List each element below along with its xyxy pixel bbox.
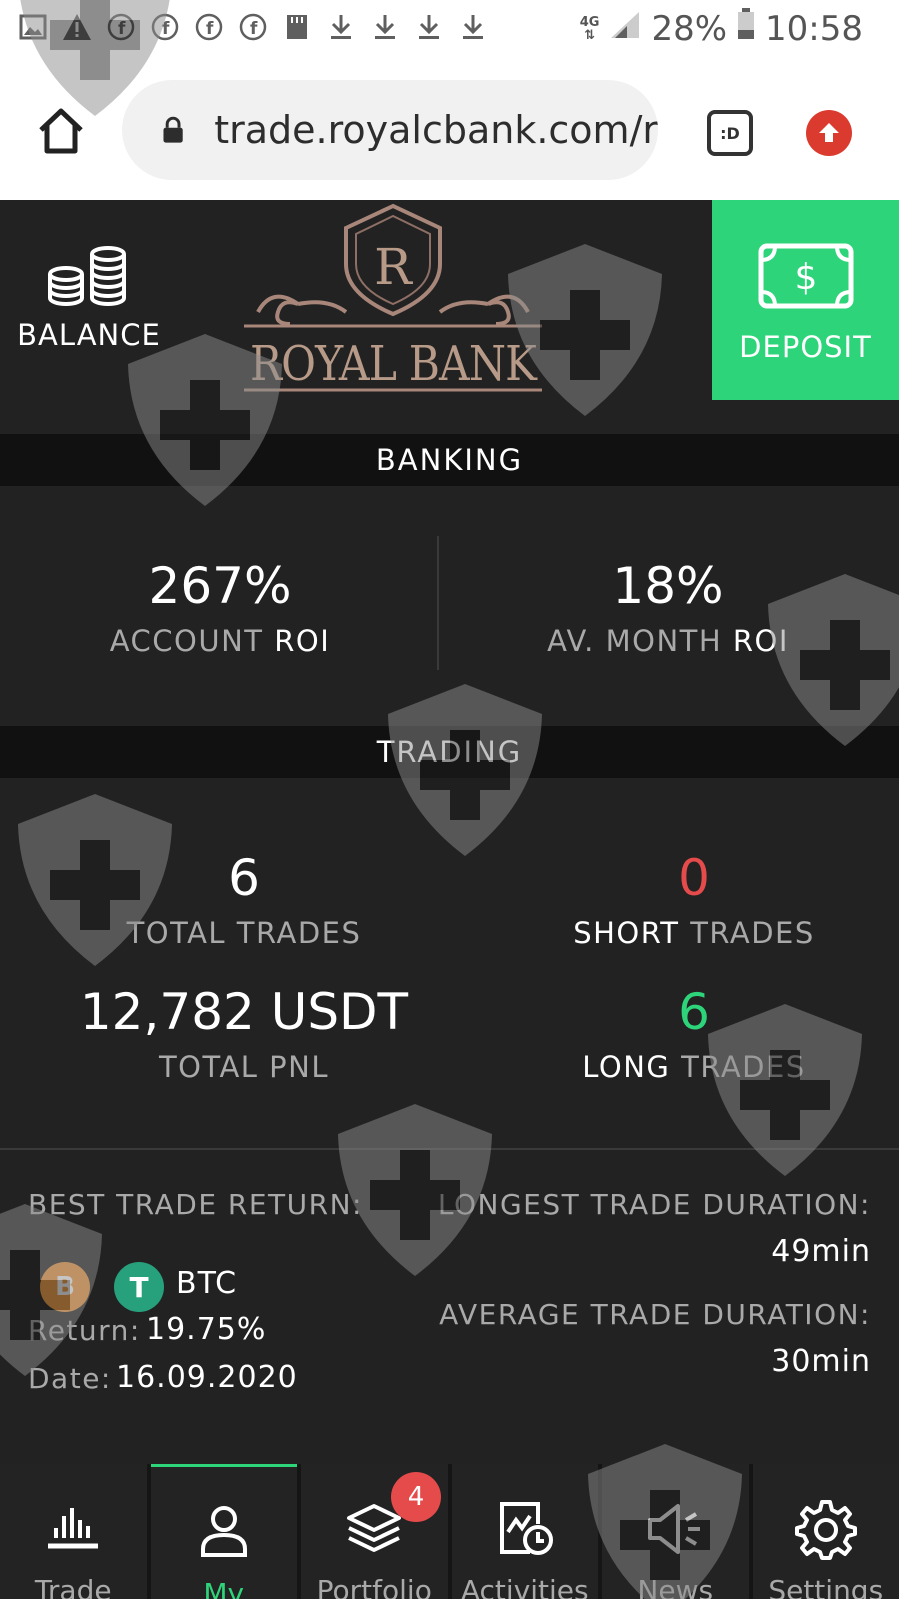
- download-icon: [370, 12, 400, 42]
- best-trade-label: BEST TRADE RETURN:: [28, 1188, 363, 1221]
- nav-label-activities: Activities: [460, 1574, 589, 1599]
- nav-label-my: My: [203, 1577, 245, 1599]
- megaphone-icon: [648, 1504, 701, 1554]
- average-duration-value: 30min: [771, 1344, 871, 1379]
- long-trades-label: LONG TRADES: [582, 1050, 806, 1084]
- battery-percent: 28%: [651, 8, 728, 49]
- download-icon: [326, 12, 356, 42]
- royal-bank-logo: R ROYAL BANK: [244, 203, 542, 392]
- dollar-bill-icon: $: [758, 243, 853, 309]
- nav-item-trade[interactable]: Trade: [0, 1464, 147, 1599]
- clock: 10:58: [765, 8, 863, 49]
- app-content: BALANCE R ROYAL BANK $ DEPOSIT BANKING 2…: [0, 200, 899, 1599]
- stat-divider: [437, 536, 439, 670]
- svg-text:f: f: [250, 19, 258, 39]
- balance-label: BALANCE: [17, 318, 161, 352]
- tab-switcher-button[interactable]: :D: [707, 110, 753, 156]
- best-trade-coin: BTC: [176, 1266, 238, 1301]
- total-trades-value: 6: [228, 849, 260, 907]
- month-roi-label: AV. MONTH ROI: [547, 624, 789, 658]
- gear-icon: [794, 1500, 857, 1560]
- longest-duration-value: 49min: [771, 1234, 871, 1269]
- total-trades-stat: 6 TOTAL TRADES: [44, 848, 444, 950]
- month-roi-value: 18%: [612, 557, 724, 615]
- nav-item-portfolio[interactable]: 4 Portfolio: [301, 1464, 448, 1599]
- home-icon: [39, 108, 83, 154]
- facebook-icon: f: [150, 12, 180, 42]
- account-roi-label: ACCOUNT ROI: [109, 624, 331, 658]
- account-roi-value: 267%: [148, 557, 292, 615]
- app-header: BALANCE R ROYAL BANK $ DEPOSIT: [0, 200, 899, 432]
- deposit-button[interactable]: $ DEPOSIT: [712, 200, 899, 400]
- total-trades-label: TOTAL TRADES: [126, 916, 362, 950]
- nav-label-portfolio: Portfolio: [316, 1574, 432, 1599]
- tether-icon: T: [114, 1262, 164, 1312]
- url-bar[interactable]: trade.royalcbank.com/r: [122, 80, 658, 180]
- arrow-up-icon: [819, 123, 839, 142]
- date-label: Date:: [28, 1362, 112, 1395]
- nav-item-settings[interactable]: Settings: [752, 1464, 899, 1599]
- return-label: Return:: [28, 1314, 141, 1347]
- longest-duration-label: LONGEST TRADE DURATION:: [437, 1188, 871, 1221]
- short-trades-value: 0: [678, 849, 710, 907]
- long-trades-value: 6: [678, 983, 710, 1041]
- total-pnl-value: 12,782 USDT: [79, 983, 409, 1041]
- lock-icon: [163, 116, 183, 143]
- svg-text:f: f: [206, 19, 214, 39]
- month-roi-stat: 18% AV. MONTH ROI: [468, 556, 868, 658]
- total-pnl-stat: 12,782 USDT TOTAL PNL: [44, 982, 444, 1084]
- nav-item-my[interactable]: My: [150, 1464, 297, 1599]
- sd-card-icon: [282, 12, 312, 42]
- date-value: 16.09.2020: [116, 1360, 298, 1395]
- activity-clock-icon: [499, 1502, 553, 1555]
- chart-bars-icon: [48, 1508, 99, 1549]
- nav-item-news[interactable]: News: [602, 1464, 749, 1599]
- network-type: 4G ⇅: [579, 14, 600, 43]
- average-duration-label: AVERAGE TRADE DURATION:: [439, 1298, 871, 1331]
- browser-toolbar: trade.royalcbank.com/r :D: [0, 66, 899, 200]
- svg-text:f: f: [162, 19, 170, 39]
- notification-icons: f f f f: [18, 12, 488, 42]
- logo-text: ROYAL BANK: [250, 336, 538, 392]
- user-icon: [200, 1506, 247, 1557]
- svg-text:f: f: [118, 19, 126, 39]
- coins-stack-icon: [48, 246, 126, 306]
- long-trades-stat: 6 LONG TRADES: [494, 982, 894, 1084]
- total-pnl-label: TOTAL PNL: [158, 1050, 330, 1084]
- facebook-icon: f: [106, 12, 136, 42]
- battery-icon: [737, 8, 755, 49]
- signal-icon: [609, 9, 641, 49]
- tab-label: :D: [720, 123, 740, 143]
- balance-button[interactable]: BALANCE: [14, 244, 164, 352]
- download-icon: [414, 12, 444, 42]
- url-text: trade.royalcbank.com/r: [214, 108, 658, 152]
- short-trades-label: SHORT TRADES: [573, 916, 815, 950]
- section-divider: [0, 1148, 899, 1150]
- deposit-label: DEPOSIT: [739, 330, 872, 364]
- logo-letter: R: [374, 238, 413, 296]
- trading-section-title: TRADING: [0, 726, 899, 778]
- nav-label-news: News: [637, 1574, 714, 1599]
- nav-label-trade: Trade: [34, 1574, 112, 1599]
- nav-item-activities[interactable]: Activities: [451, 1464, 598, 1599]
- short-trades-stat: 0 SHORT TRADES: [494, 848, 894, 950]
- return-value: 19.75%: [146, 1312, 267, 1347]
- account-roi-stat: 267% ACCOUNT ROI: [20, 556, 420, 658]
- bottom-nav: Trade My 4 Portfolio Activities News Set…: [0, 1464, 899, 1599]
- download-icon: [458, 12, 488, 42]
- nav-label-settings: Settings: [768, 1574, 884, 1599]
- facebook-icon: f: [194, 12, 224, 42]
- facebook-icon: f: [238, 12, 268, 42]
- home-button[interactable]: [36, 106, 86, 156]
- warning-icon: [62, 12, 92, 42]
- banking-section-title: BANKING: [0, 434, 899, 486]
- system-status: 4G ⇅ 28% 10:58: [580, 8, 863, 49]
- bitcoin-icon: B: [40, 1262, 90, 1312]
- svg-text:$: $: [794, 257, 817, 298]
- portfolio-badge: 4: [391, 1472, 441, 1522]
- update-button[interactable]: [806, 110, 852, 156]
- image-notification-icon: [18, 12, 48, 42]
- status-bar: f f f f 4G ⇅ 28% 10:58: [0, 0, 899, 66]
